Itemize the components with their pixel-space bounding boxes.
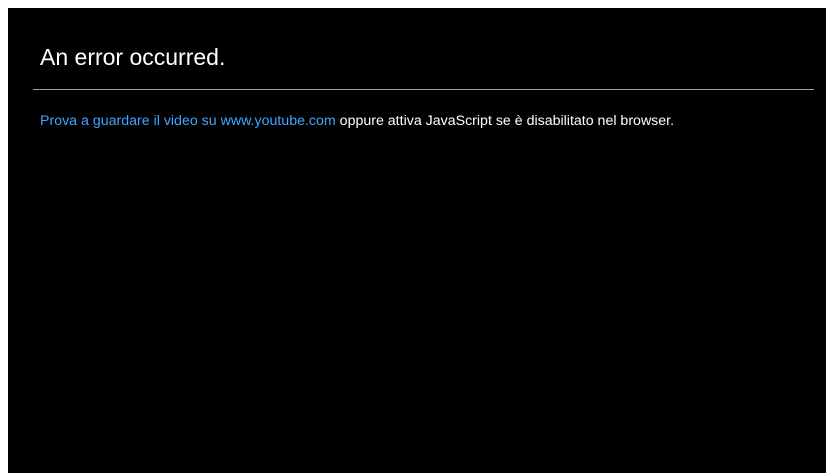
error-message-rest: oppure attiva JavaScript se è disabilita… <box>335 113 675 129</box>
video-player-error-screen: An error occurred. Prova a guardare il v… <box>8 8 826 473</box>
error-message: Prova a guardare il video su www.youtube… <box>40 111 674 131</box>
watch-on-youtube-link[interactable]: Prova a guardare il video su www.youtube… <box>40 113 336 129</box>
divider <box>33 89 814 90</box>
error-title: An error occurred. <box>40 44 226 70</box>
